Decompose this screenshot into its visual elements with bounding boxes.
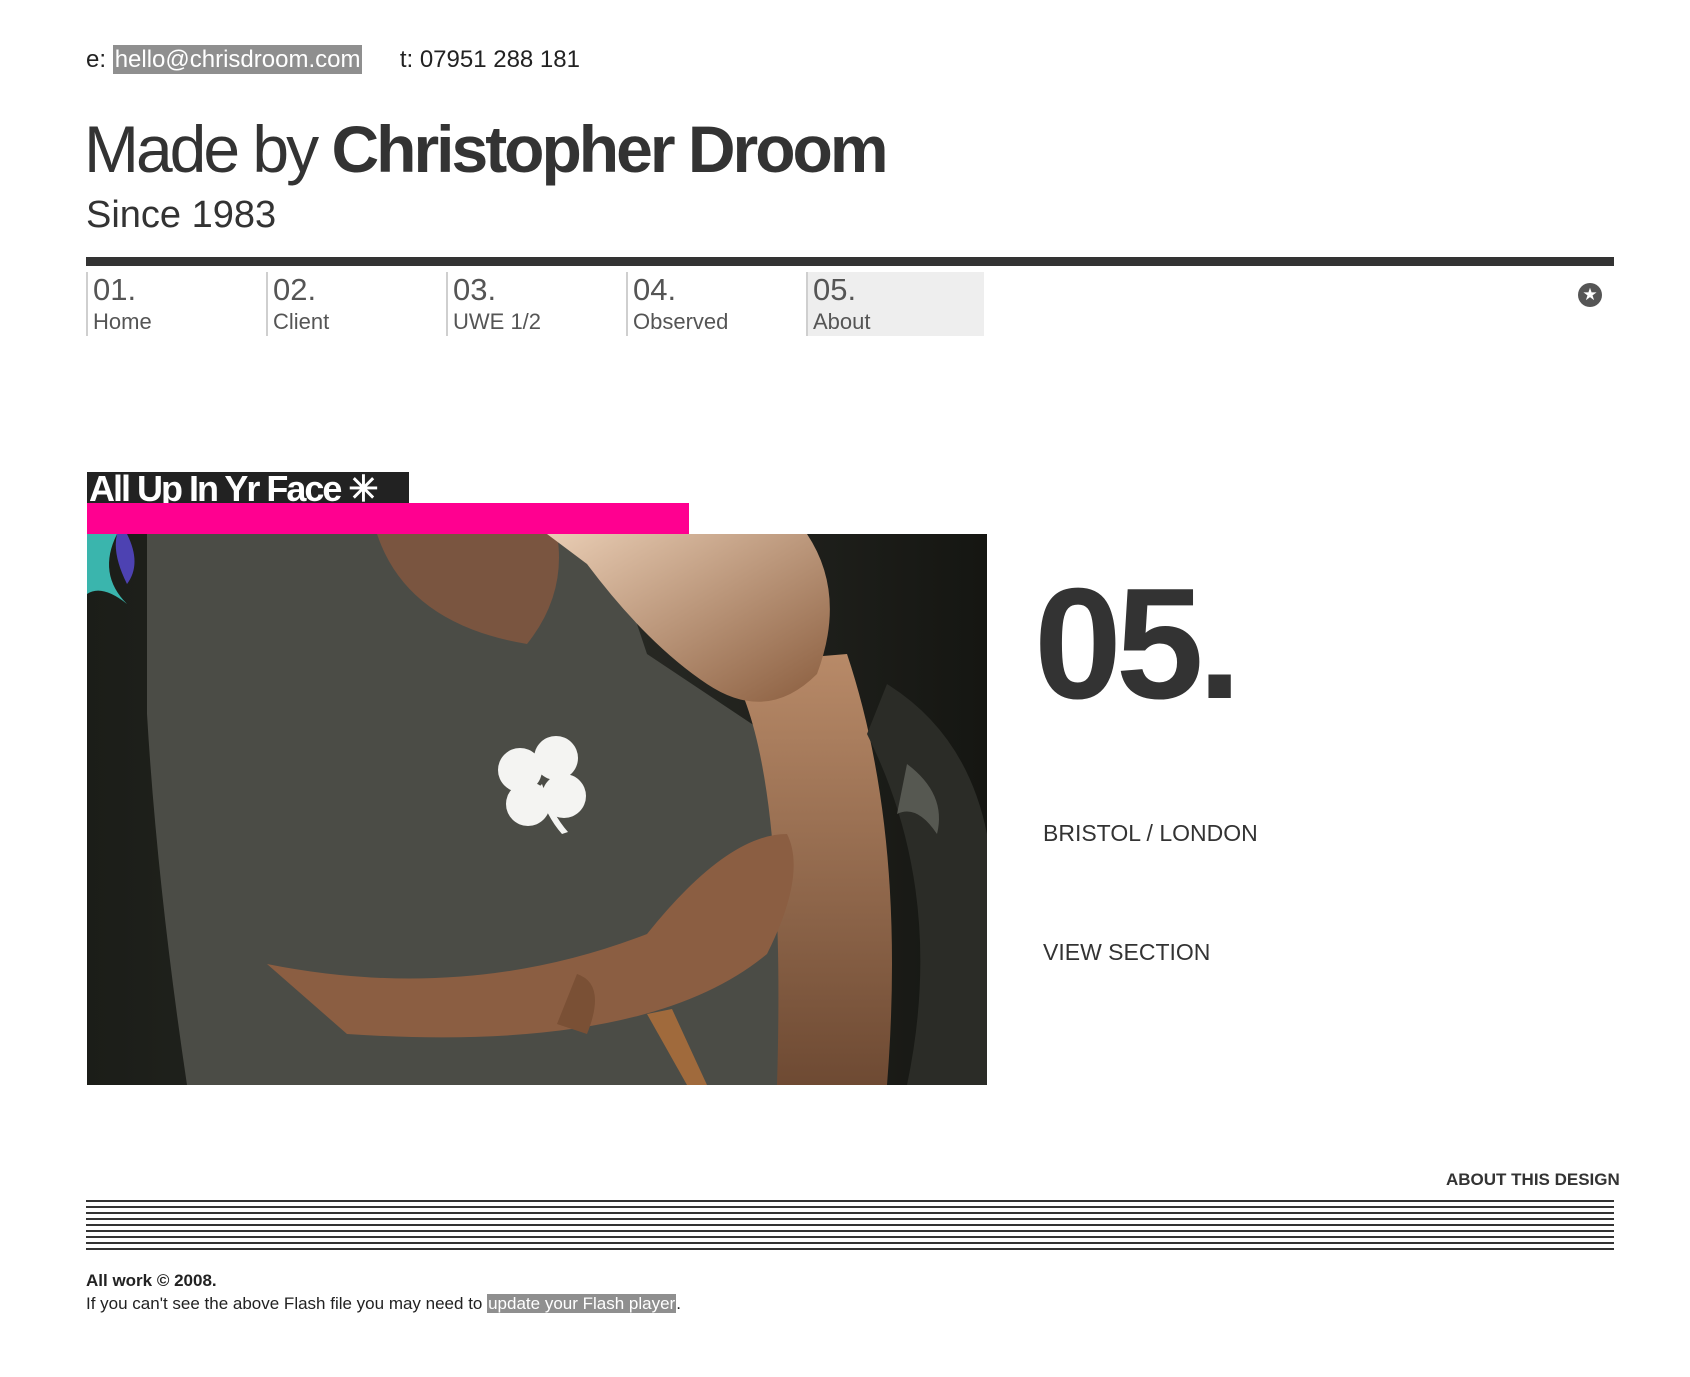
flash-notice-suffix: . bbox=[676, 1293, 681, 1313]
feature-photo[interactable] bbox=[87, 534, 987, 1085]
footer: All work © 2008. If you can't see the ab… bbox=[86, 1270, 681, 1316]
title-name: Christopher Droom bbox=[331, 112, 888, 186]
nav-label: UWE 1/2 bbox=[453, 309, 542, 334]
star-circle-icon[interactable]: ★ bbox=[1578, 283, 1602, 307]
footer-divider bbox=[86, 1200, 1614, 1250]
about-design-link[interactable]: ABOUT THIS DESIGN bbox=[1446, 1170, 1620, 1190]
nav-number: 01. bbox=[93, 272, 137, 307]
photo-illustration bbox=[87, 534, 987, 1085]
feature-badge: All Up In Yr Face ✳ bbox=[87, 472, 409, 504]
main-nav: 01. Home 02. Client 03. UWE 1/2 04. Obse… bbox=[86, 272, 986, 338]
email-prefix: e: bbox=[86, 46, 107, 73]
nav-label: Home bbox=[93, 309, 152, 334]
phone-number: t: 07951 288 181 bbox=[399, 46, 580, 73]
nav-number: 04. bbox=[633, 272, 677, 307]
flash-notice: If you can't see the above Flash file yo… bbox=[86, 1293, 681, 1316]
view-section-link[interactable]: VIEW SECTION bbox=[1043, 939, 1210, 966]
location-text: BRISTOL / LONDON bbox=[1043, 820, 1258, 846]
update-flash-link[interactable]: update your Flash player bbox=[487, 1293, 677, 1313]
nav-label: About bbox=[813, 309, 871, 334]
nav-label: Client bbox=[273, 309, 330, 334]
title-prefix: Made by bbox=[84, 112, 332, 186]
contact-line: e: hello@chrisdroom.com t: 07951 288 181 bbox=[86, 45, 580, 74]
nav-item-client[interactable]: 02. Client bbox=[266, 272, 444, 336]
section-number: 05. bbox=[1034, 556, 1242, 732]
email-link[interactable]: hello@chrisdroom.com bbox=[112, 45, 363, 74]
nav-number: 03. bbox=[453, 272, 497, 307]
nav-item-uwe[interactable]: 03. UWE 1/2 bbox=[446, 272, 624, 336]
nav-label: Observed bbox=[633, 309, 729, 334]
flash-notice-text: If you can't see the above Flash file yo… bbox=[86, 1293, 488, 1313]
nav-number: 05. bbox=[813, 272, 857, 307]
nav-item-about[interactable]: 05. About bbox=[806, 272, 984, 336]
nav-item-observed[interactable]: 04. Observed bbox=[626, 272, 804, 336]
accent-bar bbox=[87, 503, 689, 534]
nav-number: 02. bbox=[273, 272, 317, 307]
nav-item-home[interactable]: 01. Home bbox=[86, 272, 264, 336]
copyright-text: All work © 2008. bbox=[86, 1271, 217, 1290]
page-subtitle: Since 1983 bbox=[86, 194, 277, 236]
header-divider bbox=[86, 257, 1614, 266]
page-title: Made by Christopher Droom bbox=[84, 116, 889, 182]
